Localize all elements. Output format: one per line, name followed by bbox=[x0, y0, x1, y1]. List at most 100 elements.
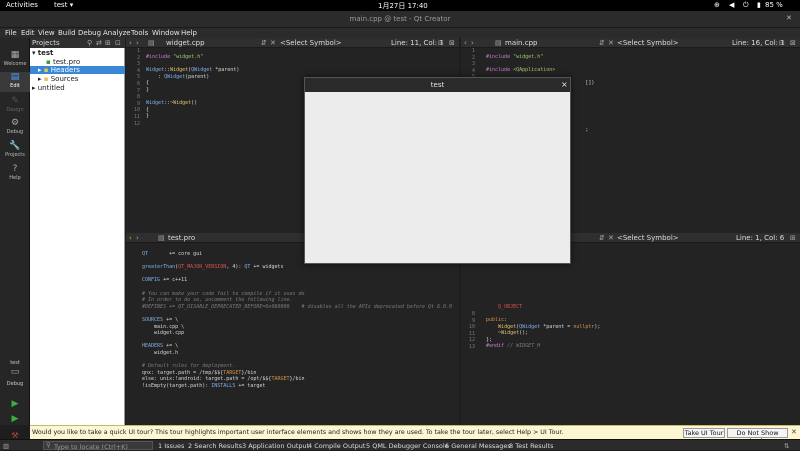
mode-help[interactable]: ? Help bbox=[0, 164, 30, 181]
back-icon[interactable]: ‹ bbox=[129, 39, 132, 47]
take-ui-tour-button[interactable]: Take UI Tour bbox=[683, 428, 725, 438]
menu-build[interactable]: Build bbox=[58, 29, 76, 37]
menu-edit[interactable]: Edit bbox=[21, 29, 35, 37]
line-numbers: 123456789101112 bbox=[126, 48, 144, 233]
tree-item-test-pro[interactable]: ▪ test.pro bbox=[46, 58, 80, 66]
file-menu-icon[interactable]: ⇵ bbox=[599, 39, 605, 47]
projects-title[interactable]: Projects bbox=[32, 39, 60, 47]
volume-icon[interactable]: ◀ bbox=[729, 1, 734, 9]
search-icon: ⚲ bbox=[46, 441, 51, 449]
mode-projects[interactable]: 🔧 Projects bbox=[0, 141, 30, 158]
mode-welcome[interactable]: ▦ Welcome bbox=[0, 50, 30, 67]
menu-window[interactable]: Window bbox=[152, 29, 180, 37]
menu-file[interactable]: File bbox=[5, 29, 17, 37]
tab-general-messages[interactable]: 6 General Messages bbox=[445, 442, 511, 450]
menu-analyze[interactable]: Analyze bbox=[103, 29, 131, 37]
cursor-position: Line: 11, Col: 1 bbox=[391, 39, 444, 47]
do-not-show-again-button[interactable]: Do Not Show Again bbox=[727, 428, 788, 445]
app-window-titlebar[interactable]: test × bbox=[305, 78, 570, 92]
window-title-bar: main.cpp @ test - Qt Creator ✕ bbox=[0, 11, 800, 28]
debug-run-icon[interactable]: ▶ bbox=[0, 414, 30, 424]
tab-application-output[interactable]: 3 Application Output bbox=[242, 442, 309, 450]
edit-icon: ▤ bbox=[10, 72, 20, 82]
tree-item-sources[interactable]: ▸ ▪ Sources bbox=[38, 75, 78, 83]
back-icon[interactable]: ‹ bbox=[129, 234, 132, 242]
app-window-test[interactable]: test × bbox=[304, 77, 571, 264]
app-window-title: test bbox=[430, 81, 445, 89]
file-menu-icon[interactable]: ⇵ bbox=[599, 234, 605, 242]
power-icon[interactable]: ⏻ bbox=[743, 1, 749, 10]
menu-help[interactable]: Help bbox=[181, 29, 197, 37]
file-icon: ▤ bbox=[495, 39, 502, 47]
file-menu-icon[interactable]: ⇵ bbox=[261, 39, 267, 47]
tree-item-test[interactable]: ▾ test bbox=[32, 49, 53, 57]
line-numbers: 8 9 10 11 12 13 bbox=[461, 245, 479, 425]
tree-item-headers[interactable]: ▸ ▪ Headers bbox=[30, 66, 125, 74]
tab-search-results[interactable]: 2 Search Results bbox=[188, 442, 242, 450]
file-name[interactable]: test.pro bbox=[168, 234, 195, 242]
output-pane-toggle-icon[interactable]: ⇅ bbox=[784, 442, 789, 450]
symbol-selector[interactable]: <Select Symbol> bbox=[280, 39, 342, 47]
close-split-icon[interactable]: ⊠ bbox=[449, 39, 455, 47]
menu-tools[interactable]: Tools bbox=[131, 29, 148, 37]
code-area[interactable]: QT += core gui greaterThan(QT_MAJOR_VERS… bbox=[142, 245, 459, 425]
menu-view[interactable]: View bbox=[38, 29, 55, 37]
file-name[interactable]: main.cpp bbox=[505, 39, 537, 47]
network-icon[interactable]: ⊕ bbox=[714, 1, 720, 9]
battery-icon: ▮ bbox=[757, 1, 761, 9]
tab-issues[interactable]: 1 Issues bbox=[158, 442, 184, 450]
tab-test-results[interactable]: 8 Test Results bbox=[509, 442, 554, 450]
cursor-position: Line: 1, Col: 6 bbox=[736, 234, 785, 242]
close-doc-icon[interactable]: ✕ bbox=[608, 39, 614, 47]
close-pane-icon[interactable]: ⊡ bbox=[115, 39, 121, 47]
mode-debug[interactable]: ⚙ Debug bbox=[0, 118, 30, 135]
system-top-bar: Activities test ▾ 1月27日 17:40 ⊕ ◀ ⏻ ▮ 85… bbox=[0, 0, 800, 11]
run-icon[interactable]: ▶ bbox=[0, 399, 30, 409]
file-icon: ▤ bbox=[148, 39, 155, 47]
forward-icon[interactable]: › bbox=[471, 39, 474, 47]
clock[interactable]: 1月27日 17:40 bbox=[378, 1, 428, 11]
menu-debug[interactable]: Debug bbox=[78, 29, 101, 37]
forward-icon[interactable]: › bbox=[136, 39, 139, 47]
battery-percent: 85 % bbox=[765, 1, 783, 9]
ui-tour-infobar: Would you like to take a quick UI tour? … bbox=[30, 425, 800, 445]
close-doc-icon[interactable]: ✕ bbox=[270, 39, 276, 47]
tab-compile-output[interactable]: 4 Compile Output bbox=[308, 442, 365, 450]
editor-toolbar: ‹ › ▤ widget.cpp ⇵ ✕ <Select Symbol> Lin… bbox=[126, 38, 459, 48]
projects-header: Projects ⚲ ⇄ ⊞ ⊡ bbox=[30, 38, 125, 48]
back-icon[interactable]: ‹ bbox=[464, 39, 467, 47]
wrench-icon: 🔧 bbox=[9, 141, 21, 151]
close-doc-icon[interactable]: ✕ bbox=[608, 234, 614, 242]
help-icon: ? bbox=[12, 164, 18, 174]
close-icon[interactable]: ✕ bbox=[791, 428, 797, 436]
sidebar-toggle-icon[interactable]: ▥ bbox=[3, 442, 9, 450]
file-icon: ▤ bbox=[158, 234, 165, 242]
split-icon[interactable]: ⊟ bbox=[779, 39, 785, 47]
menu-bar: File Edit View Build Debug Analyze Tools… bbox=[0, 28, 800, 38]
editor-toolbar: ‹ › ▤ main.cpp ⇵ ✕ <Select Symbol> Line:… bbox=[461, 38, 800, 48]
monitor-icon[interactable]: ▭ bbox=[0, 367, 30, 377]
run-target-name: test bbox=[10, 360, 20, 366]
filter-icon[interactable]: ⚲ bbox=[87, 39, 92, 47]
split-icon[interactable]: ⊞ bbox=[790, 234, 796, 242]
app-menu[interactable]: test ▾ bbox=[54, 1, 73, 9]
link-icon[interactable]: ⇄ bbox=[96, 39, 102, 47]
close-split-icon[interactable]: ⊠ bbox=[790, 39, 796, 47]
tree-item-untitled[interactable]: ▸ untitled bbox=[32, 84, 65, 92]
symbol-selector[interactable]: <Select Symbol> bbox=[617, 234, 679, 242]
close-icon[interactable]: × bbox=[561, 80, 568, 89]
file-name[interactable]: widget.cpp bbox=[166, 39, 205, 47]
mode-edit[interactable]: ▤ Edit bbox=[0, 72, 30, 92]
tab-qml-debugger-console[interactable]: 5 QML Debugger Console bbox=[366, 442, 449, 450]
code-area[interactable]: Q_OBJECT public: Widget(QWidget *parent … bbox=[486, 245, 800, 425]
mode-selector: ▦ Welcome ▤ Edit ✎ Design ⚙ Debug 🔧 Projects … bbox=[0, 38, 30, 440]
mode-design[interactable]: ✎ Design bbox=[0, 96, 30, 113]
symbol-selector[interactable]: <Select Symbol> bbox=[617, 39, 679, 47]
ui-tour-message: Would you like to take a quick UI tour? … bbox=[32, 429, 564, 436]
activities-button[interactable]: Activities bbox=[6, 1, 38, 9]
forward-icon[interactable]: › bbox=[136, 234, 139, 242]
close-icon[interactable]: ✕ bbox=[786, 14, 792, 22]
locator-input[interactable]: ⚲ Type to locate (Ctrl+K) bbox=[43, 441, 153, 451]
split-icon[interactable]: ⊞ bbox=[105, 39, 111, 47]
split-icon[interactable]: ⊟ bbox=[438, 39, 444, 47]
